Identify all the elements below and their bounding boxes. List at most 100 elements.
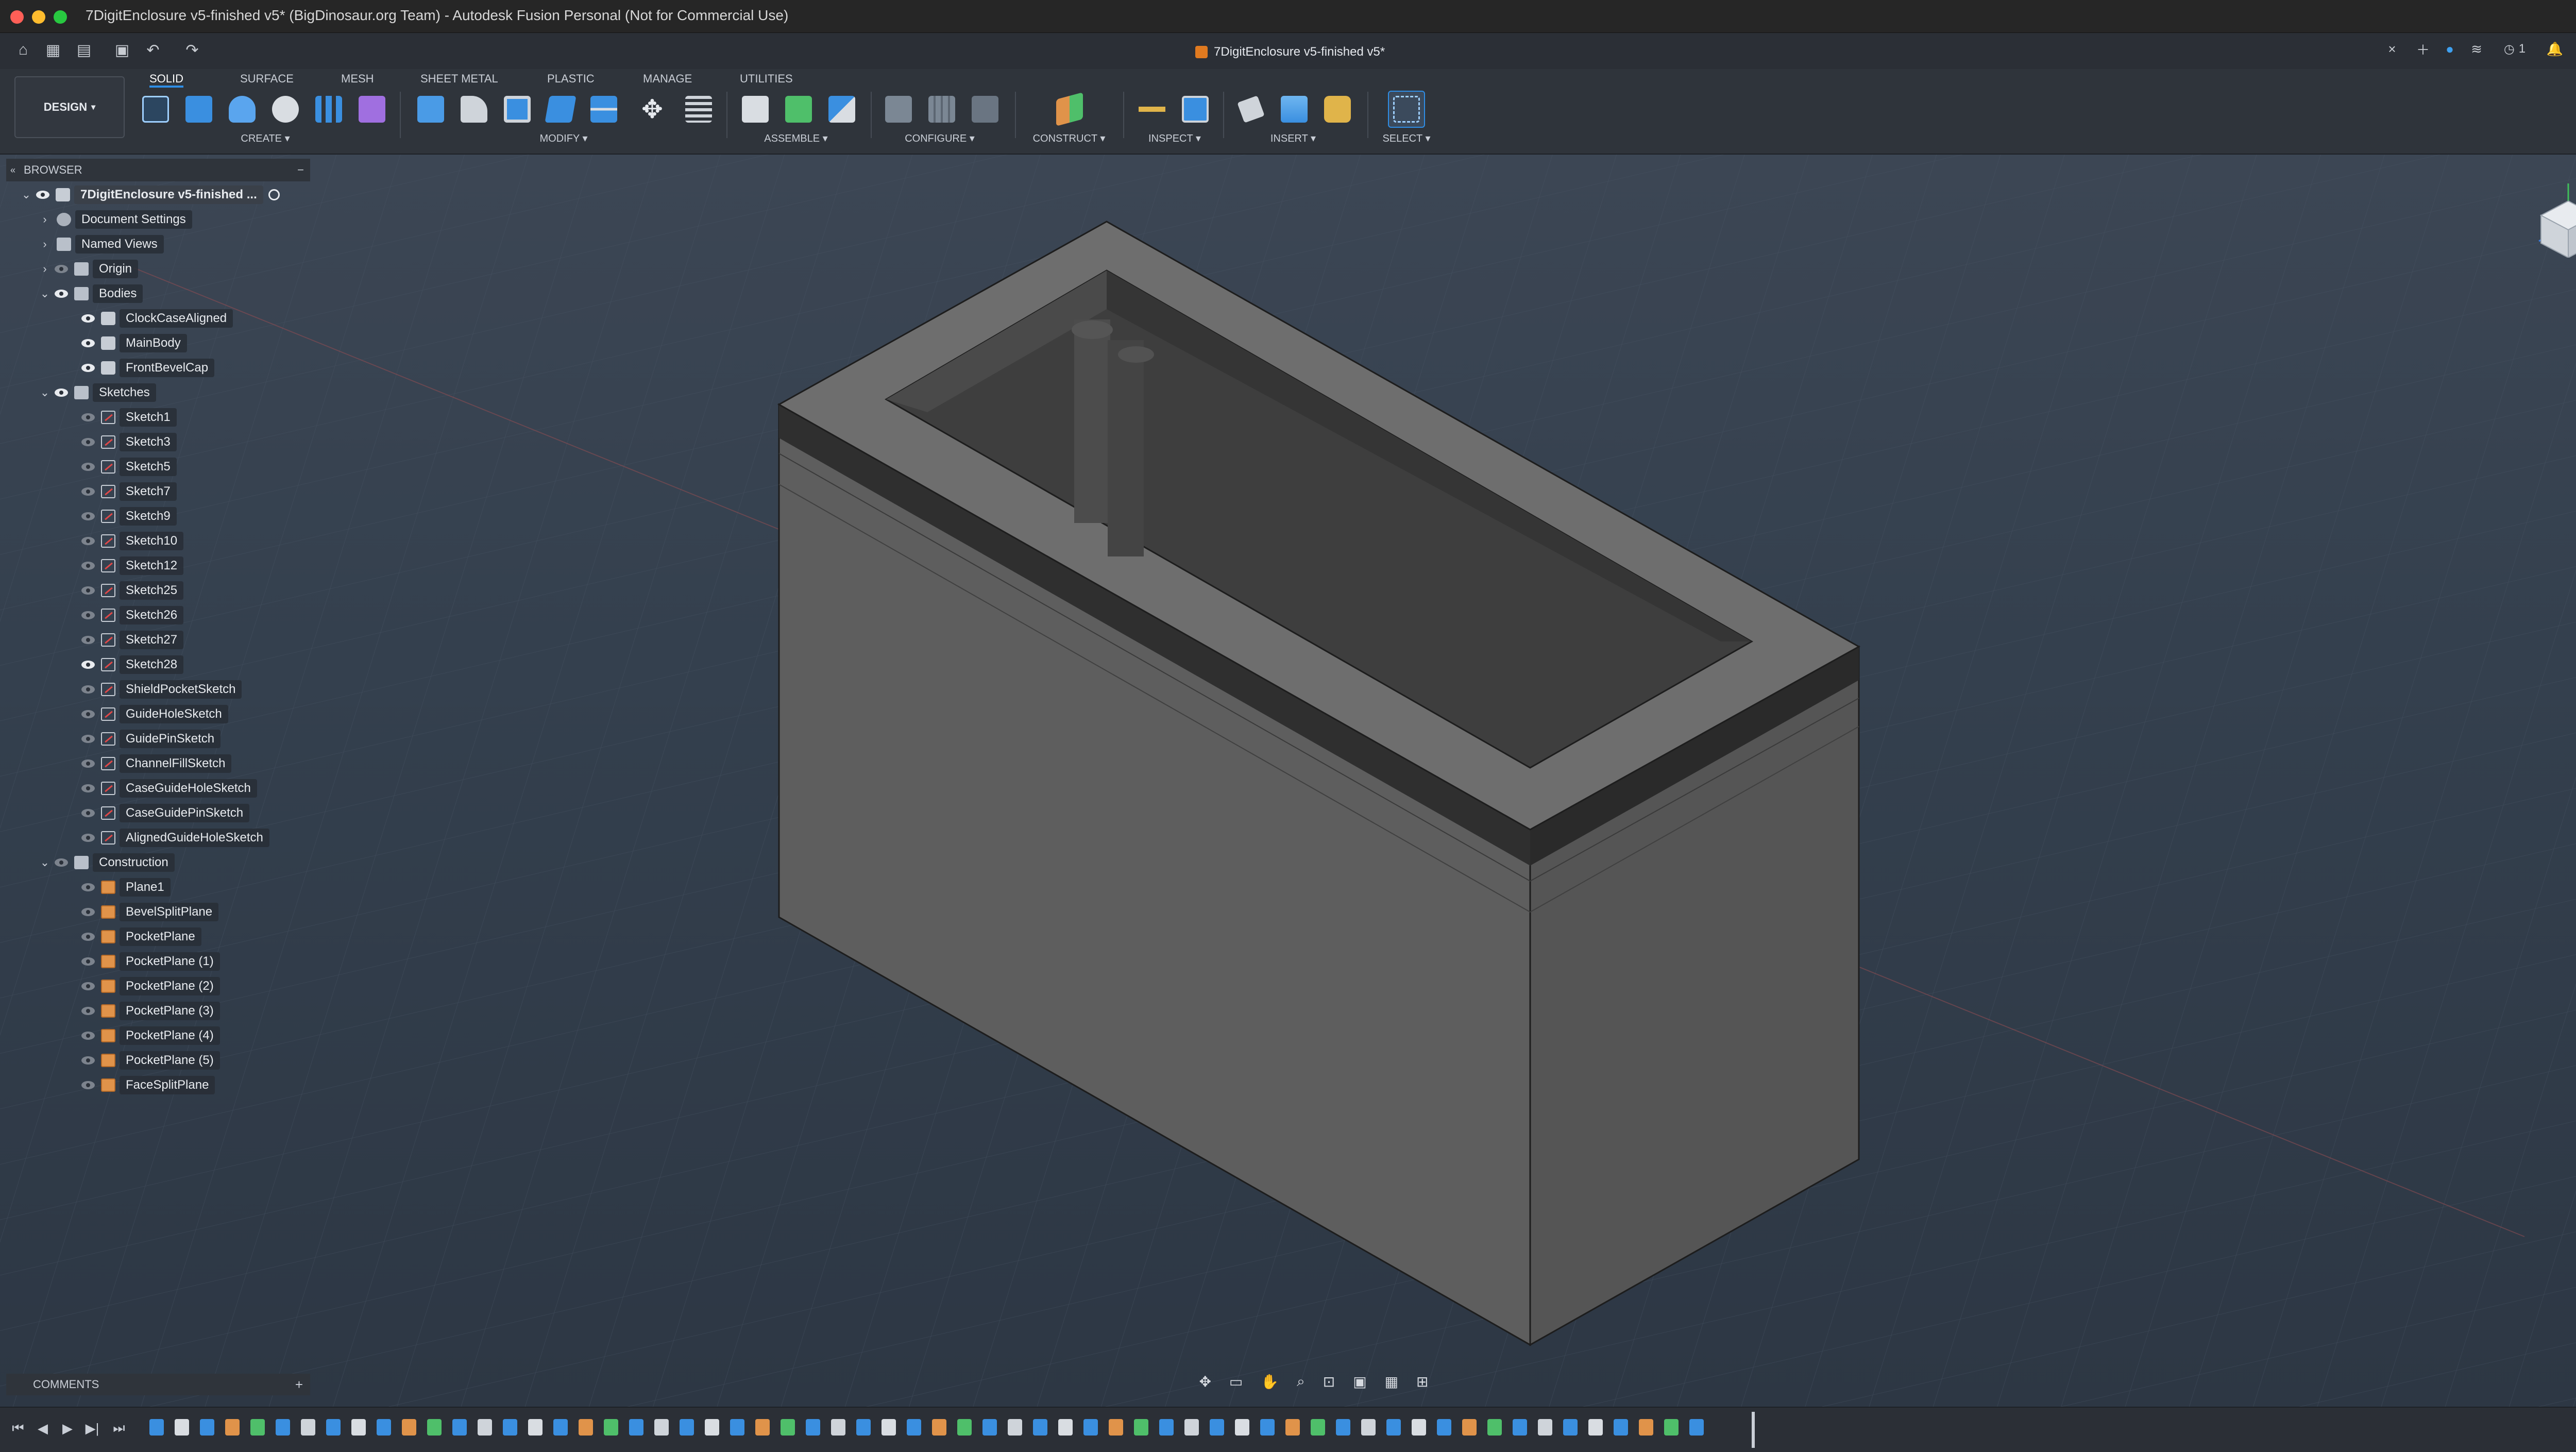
network-icon[interactable]: ≋	[2468, 38, 2485, 60]
timeline-feature-icon[interactable]	[1437, 1419, 1451, 1436]
timeline-feature-icon[interactable]	[1487, 1419, 1502, 1436]
visibility-eye-icon[interactable]	[79, 609, 97, 621]
chevron-down-icon[interactable]: ⌄	[37, 386, 53, 399]
timeline-feature-icon[interactable]	[755, 1419, 770, 1436]
visibility-eye-icon[interactable]	[79, 411, 97, 424]
timeline-feature-icon[interactable]	[377, 1419, 391, 1436]
timeline-feature-icon[interactable]	[1285, 1419, 1300, 1436]
bell-icon[interactable]: 🔔	[2546, 38, 2564, 60]
timeline-feature-icon[interactable]	[1159, 1419, 1174, 1436]
timeline-feature-icon[interactable]	[149, 1419, 164, 1436]
visibility-eye-icon[interactable]	[79, 683, 97, 696]
view-cube-icon[interactable]	[2530, 180, 2576, 259]
visibility-eye-icon[interactable]	[79, 337, 97, 349]
tree-named-views[interactable]: › Named Views	[37, 232, 164, 257]
timeline-feature-icon[interactable]	[1033, 1419, 1047, 1436]
visibility-eye-icon[interactable]	[79, 980, 97, 992]
timeline-feature-icon[interactable]	[1664, 1419, 1679, 1436]
visibility-eye-icon[interactable]	[79, 1005, 97, 1017]
timeline-feature-icon[interactable]	[1538, 1419, 1552, 1436]
apps-grid-icon[interactable]: ▦	[41, 38, 65, 62]
timeline-feature-icon[interactable]	[452, 1419, 467, 1436]
timeline-feature-icon[interactable]	[1386, 1419, 1401, 1436]
chevron-right-icon[interactable]: ›	[37, 213, 53, 226]
visibility-eye-icon[interactable]	[79, 312, 97, 325]
help-icon[interactable]: ?	[2573, 38, 2576, 60]
timeline-feature-icon[interactable]	[831, 1419, 845, 1436]
timeline-feature-icon[interactable]	[629, 1419, 643, 1436]
visibility-eye-icon[interactable]	[79, 931, 97, 943]
timeline-feature-icon[interactable]	[1462, 1419, 1477, 1436]
visibility-eye-icon[interactable]	[79, 659, 97, 671]
timeline-feature-icon[interactable]	[225, 1419, 240, 1436]
timeline-feature-icon[interactable]	[1336, 1419, 1350, 1436]
visibility-eye-icon[interactable]	[79, 634, 97, 646]
close-window-button[interactable]	[10, 10, 24, 24]
visibility-eye-icon[interactable]	[79, 782, 97, 795]
visibility-eye-icon[interactable]	[79, 1029, 97, 1042]
timeline-play-icon[interactable]: ▶	[59, 1418, 76, 1439]
visibility-eye-icon[interactable]	[79, 807, 97, 819]
maximize-window-button[interactable]	[54, 10, 67, 24]
visibility-eye-icon[interactable]	[79, 832, 97, 844]
visibility-eye-icon[interactable]	[79, 757, 97, 770]
visibility-eye-icon[interactable]	[79, 461, 97, 473]
plus-icon[interactable]: ＋	[2414, 38, 2432, 60]
visibility-eye-icon[interactable]	[79, 535, 97, 547]
timeline-feature-icon[interactable]	[1513, 1419, 1527, 1436]
visibility-eye-icon[interactable]	[79, 1079, 97, 1091]
timeline-feature-icon[interactable]	[982, 1419, 997, 1436]
tree-bodies[interactable]: ⌄ Bodies	[37, 281, 143, 306]
chevron-right-icon[interactable]: ›	[37, 238, 53, 251]
timeline-feature-icon[interactable]	[200, 1419, 214, 1436]
close-tab-icon[interactable]: ×	[2384, 38, 2400, 60]
timeline-feature-icon[interactable]	[427, 1419, 442, 1436]
timeline-feature-icon[interactable]	[250, 1419, 265, 1436]
timeline-prev-icon[interactable]: ◀	[34, 1418, 52, 1439]
timeline-feature-icon[interactable]	[1083, 1419, 1098, 1436]
chevron-right-icon[interactable]: ›	[37, 262, 53, 276]
job-status[interactable]: ◷ 1	[2497, 38, 2533, 60]
timeline-feature-icon[interactable]	[882, 1419, 896, 1436]
file-icon[interactable]: ▤	[72, 38, 96, 62]
timeline-feature-icon[interactable]	[907, 1419, 921, 1436]
save-icon[interactable]: ▣	[110, 38, 134, 62]
visibility-eye-icon[interactable]	[53, 856, 70, 869]
timeline-feature-icon[interactable]	[680, 1419, 694, 1436]
timeline-feature-icon[interactable]	[1235, 1419, 1249, 1436]
timeline-feature-icon[interactable]	[1412, 1419, 1426, 1436]
visibility-eye-icon[interactable]	[79, 560, 97, 572]
timeline-feature-icon[interactable]	[604, 1419, 618, 1436]
chevron-down-icon[interactable]: ⌄	[19, 188, 34, 201]
timeline-feature-icon[interactable]	[1058, 1419, 1073, 1436]
timeline-feature-icon[interactable]	[1134, 1419, 1148, 1436]
visibility-eye-icon[interactable]	[79, 485, 97, 498]
timeline-feature-icon[interactable]	[402, 1419, 416, 1436]
extensions-icon[interactable]: ●	[2441, 38, 2459, 60]
visibility-eye-icon[interactable]	[79, 362, 97, 374]
timeline-end-icon[interactable]: ⏭	[110, 1418, 128, 1439]
timeline-feature-icon[interactable]	[1311, 1419, 1325, 1436]
timeline-next-icon[interactable]: ▶|	[83, 1418, 101, 1439]
timeline-feature-icon[interactable]	[1588, 1419, 1603, 1436]
timeline-feature-icon[interactable]	[932, 1419, 946, 1436]
timeline-feature-icon[interactable]	[579, 1419, 593, 1436]
timeline-feature-icon[interactable]	[806, 1419, 820, 1436]
visibility-eye-icon[interactable]	[79, 733, 97, 745]
tree-sketches[interactable]: ⌄ Sketches	[37, 380, 156, 405]
minimize-window-button[interactable]	[32, 10, 45, 24]
timeline-start-icon[interactable]: ⏮	[9, 1418, 27, 1439]
visibility-eye-icon[interactable]	[79, 436, 97, 448]
timeline-feature-icon[interactable]	[301, 1419, 315, 1436]
tree-origin[interactable]: › Origin	[37, 257, 139, 281]
visibility-eye-icon[interactable]	[53, 288, 70, 300]
timeline-feature-icon[interactable]	[1008, 1419, 1022, 1436]
timeline-feature-icon[interactable]	[654, 1419, 669, 1436]
timeline-feature-icon[interactable]	[1689, 1419, 1704, 1436]
visibility-eye-icon[interactable]	[79, 510, 97, 522]
timeline-feature-icon[interactable]	[1184, 1419, 1199, 1436]
visibility-eye-icon[interactable]	[53, 263, 70, 275]
timeline-feature-icon[interactable]	[957, 1419, 972, 1436]
workspace-switcher[interactable]: DESIGN ▾	[14, 76, 125, 138]
chevron-down-icon[interactable]: ⌄	[37, 856, 53, 869]
